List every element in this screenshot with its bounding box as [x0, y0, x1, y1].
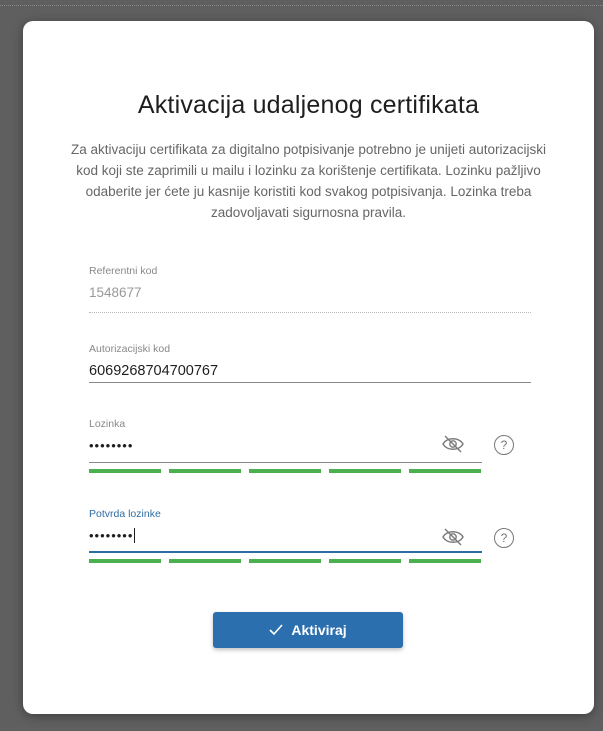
text-caret: [134, 528, 136, 543]
strength-segment: [169, 559, 241, 563]
strength-segment: [249, 559, 321, 563]
confirm-password-help-icon[interactable]: ?: [494, 528, 514, 548]
password-input[interactable]: ••••••••: [89, 438, 133, 453]
strength-segment: [249, 469, 321, 473]
password-underline: [89, 462, 482, 463]
strength-segment: [89, 559, 161, 563]
check-icon: [269, 624, 283, 636]
reference-code-label: Referentni kod: [89, 265, 158, 277]
activate-button-label: Aktiviraj: [291, 622, 347, 638]
strength-segment: [329, 559, 401, 563]
confirm-password-strength-meter: [89, 559, 481, 563]
password-strength-meter: [89, 469, 481, 473]
confirm-password-field[interactable]: Potvrda lozinke •••••••• ?: [89, 508, 521, 570]
authorization-code-input[interactable]: 6069268704700767: [89, 363, 531, 379]
authorization-code-label: Autorizacijski kod: [89, 343, 171, 355]
top-border: [0, 5, 603, 6]
reference-code-underline: [89, 312, 531, 313]
strength-segment: [89, 469, 161, 473]
password-label: Lozinka: [89, 418, 126, 430]
reference-code-value: 1548677: [89, 285, 142, 300]
eye-off-icon[interactable]: [441, 434, 465, 454]
reference-code-field: Referentni kod 1548677: [89, 265, 531, 313]
strength-segment: [409, 559, 481, 563]
confirm-password-input[interactable]: ••••••••: [89, 528, 133, 543]
activate-button[interactable]: Aktiviraj: [213, 612, 403, 648]
password-field[interactable]: Lozinka •••••••• ?: [89, 418, 521, 480]
eye-off-icon[interactable]: [441, 527, 465, 547]
activation-dialog: Aktivacija udaljenog certifikata Za akti…: [23, 21, 594, 714]
confirm-password-underline: [89, 551, 482, 553]
strength-segment: [409, 469, 481, 473]
authorization-code-field[interactable]: Autorizacijski kod 6069268704700767: [89, 343, 531, 383]
strength-segment: [169, 469, 241, 473]
password-help-icon[interactable]: ?: [494, 435, 514, 455]
authorization-code-underline: [89, 382, 531, 383]
dialog-description: Za aktivaciju certifikata za digitalno p…: [71, 142, 546, 220]
dialog-title: Aktivacija udaljenog certifikata: [137, 91, 480, 119]
confirm-password-label: Potvrda lozinke: [89, 508, 161, 520]
strength-segment: [329, 469, 401, 473]
